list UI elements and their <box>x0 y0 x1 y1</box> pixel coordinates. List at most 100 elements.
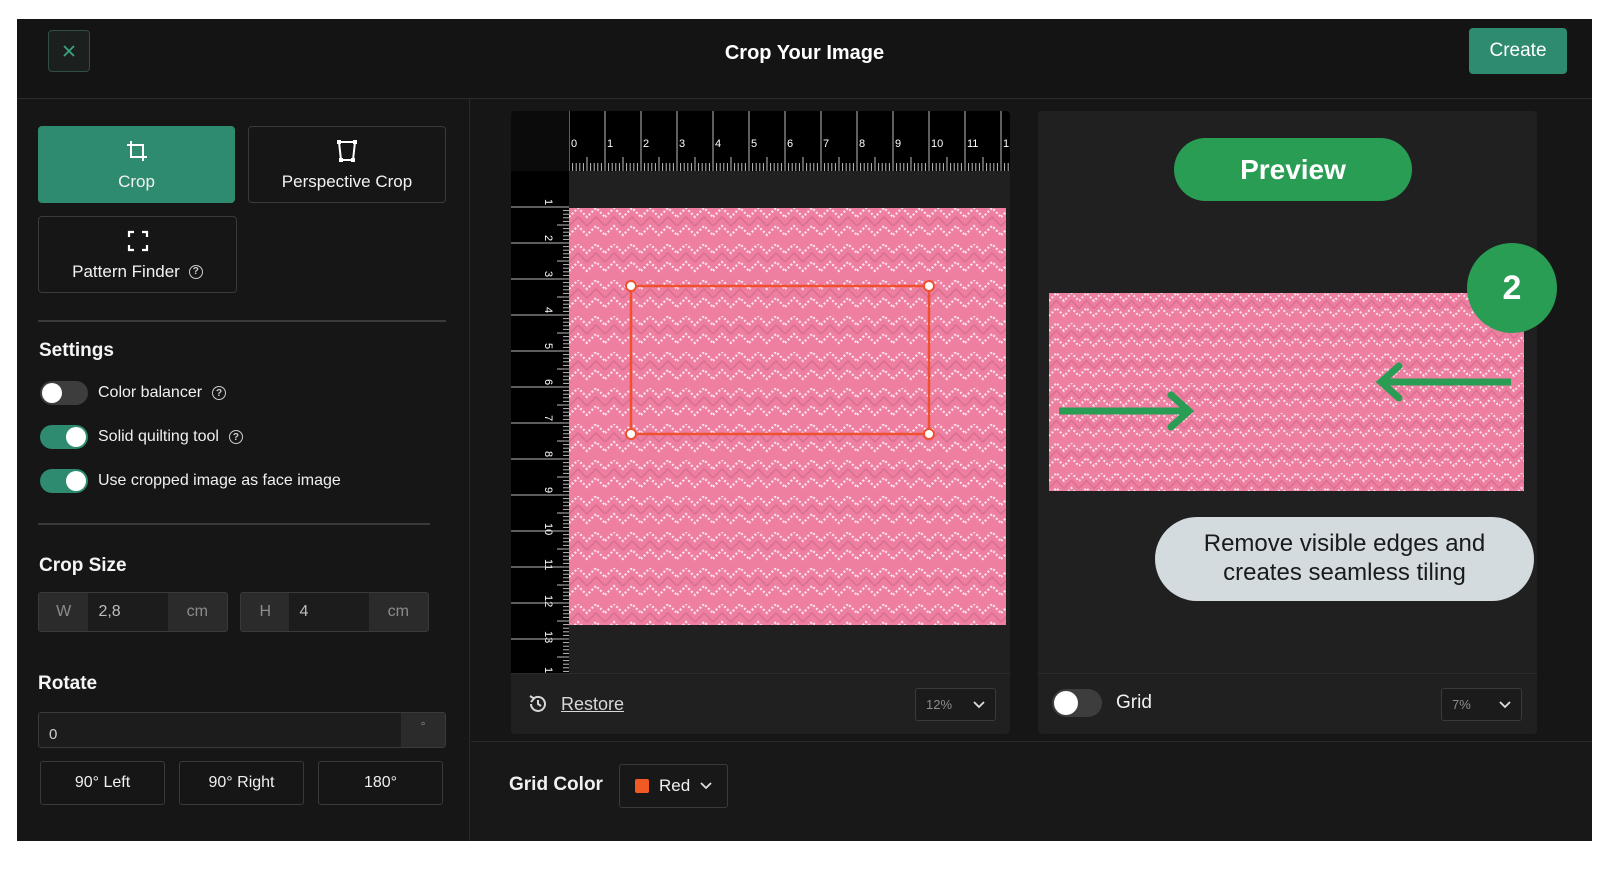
color-balancer-toggle[interactable] <box>40 381 88 405</box>
height-field: H 4 cm <box>240 592 429 632</box>
ruler-top-label: 3 <box>679 138 685 150</box>
ruler-top-label: 4 <box>715 138 721 150</box>
crop-tool-button[interactable]: Crop <box>38 126 235 203</box>
ruler-top-label: 0 <box>571 138 577 150</box>
dialog-title: Crop Your Image <box>724 42 885 64</box>
help-icon[interactable]: ? <box>228 430 243 444</box>
pattern-finder-label: Pattern Finder <box>72 261 180 281</box>
rotate-input[interactable]: 0 <box>39 713 401 747</box>
width-unit: cm <box>167 593 227 631</box>
width-prefix: W <box>39 593 89 631</box>
ruler-left-label: 9 <box>542 487 554 493</box>
settings-title: Settings <box>39 340 114 361</box>
crop-tool-label: Crop <box>118 171 155 191</box>
crop-canvas-panel: 012345678910111 1234567891011121314 R <box>511 111 1010 734</box>
grid-color-label: Grid Color <box>509 774 603 795</box>
grid-toggle-row: Grid <box>1052 689 1152 717</box>
create-button[interactable]: Create <box>1469 28 1567 74</box>
ruler-left-label: 6 <box>542 379 554 385</box>
ruler-corner <box>511 111 569 171</box>
grid-label: Grid <box>1116 692 1152 713</box>
perspective-crop-button[interactable]: Perspective Crop <box>248 126 446 203</box>
ruler-top-label: 11 <box>967 138 978 150</box>
ruler-left-label: 5 <box>542 343 554 349</box>
restore-label: Restore <box>561 693 625 714</box>
grid-toggle[interactable] <box>1052 689 1102 717</box>
restore-button[interactable]: Restore <box>527 693 624 715</box>
dialog-header: Crop Your Image Create <box>17 19 1592 99</box>
preview-panel: Preview Grid 7% <box>1038 111 1537 734</box>
ruler-left-label: 3 <box>542 271 554 277</box>
ruler-left-label: 13 <box>542 631 554 643</box>
perspective-crop-label: Perspective Crop <box>281 171 413 191</box>
ruler-left-label: 2 <box>542 235 554 241</box>
ruler-top-label: 8 <box>859 138 865 150</box>
ruler-top-label: 1 <box>607 138 613 150</box>
ruler-top-label: 7 <box>823 138 829 150</box>
ruler-left-label: 11 <box>542 559 554 570</box>
preview-zoom-select[interactable]: 7% <box>1441 688 1522 721</box>
pattern-finder-icon <box>127 230 148 251</box>
ruler-left-label: 12 <box>542 595 554 607</box>
height-prefix: H <box>241 593 290 631</box>
tiling-callout: Remove visible edges and creates seamles… <box>1155 517 1534 601</box>
crop-icon <box>126 140 147 161</box>
crop-size-title: Crop Size <box>39 555 127 576</box>
ruler-left-label: 1 <box>542 199 554 205</box>
ruler-left: 1234567891011121314 <box>511 171 569 673</box>
rotate-field: 0 ° <box>38 712 446 748</box>
crop-handle[interactable] <box>923 280 935 292</box>
width-field: W 2,8 cm <box>38 592 228 632</box>
divider <box>38 320 446 322</box>
ruler-top: 0 1 2 3 4 5 6 7 8 9 10 11 1 <box>569 111 1010 171</box>
ruler-top-label: 1 <box>1003 138 1009 150</box>
preview-footer: Grid 7% <box>1038 673 1537 734</box>
rotate-title: Rotate <box>38 673 98 694</box>
pattern-finder-button[interactable]: Pattern Finder ? <box>38 216 237 293</box>
face-image-toggle[interactable] <box>40 469 88 493</box>
restore-icon <box>529 695 546 712</box>
ruler-left-label: 10 <box>542 523 554 535</box>
help-icon[interactable]: ? <box>188 264 203 279</box>
chevron-down-icon <box>973 700 985 708</box>
fabric-image[interactable] <box>569 208 1006 625</box>
crop-dialog: Crop Your Image Create Crop Perspective … <box>17 19 1592 841</box>
ruler-top-label: 2 <box>643 138 649 150</box>
preview-badge: Preview <box>1174 138 1412 201</box>
crop-handle[interactable] <box>625 280 637 292</box>
rotate-right-button[interactable]: 90° Right <box>179 761 304 805</box>
crop-handle[interactable] <box>923 428 935 440</box>
canvas-zoom-value: 12% <box>926 697 953 712</box>
ruler-top-label: 5 <box>751 138 757 150</box>
rotate-unit: ° <box>401 713 445 747</box>
canvas-footer: Restore 12% <box>511 673 1010 734</box>
grid-color-bar: Grid Color Red <box>471 741 1592 841</box>
color-balancer-row: Color balancer ? <box>40 381 227 405</box>
width-input[interactable]: 2,8 <box>88 593 168 631</box>
help-icon[interactable]: ? <box>212 386 227 400</box>
height-unit: cm <box>368 593 428 631</box>
ruler-left-label: 7 <box>542 415 554 421</box>
height-input[interactable]: 4 <box>289 593 369 631</box>
solid-quilting-toggle[interactable] <box>40 425 88 449</box>
face-image-row: Use cropped image as face image <box>40 469 341 493</box>
grid-color-value: Red <box>659 776 691 795</box>
grid-color-select[interactable]: Red <box>619 764 728 808</box>
divider <box>38 523 430 525</box>
crop-handle[interactable] <box>625 428 637 440</box>
step-number-badge: 2 <box>1467 243 1557 333</box>
ruler-top-label: 9 <box>895 138 901 150</box>
chevron-down-icon <box>700 782 712 790</box>
color-swatch <box>635 779 649 793</box>
perspective-crop-icon <box>337 139 357 162</box>
preview-image <box>1049 293 1524 491</box>
face-image-label: Use cropped image as face image <box>98 472 341 489</box>
canvas-zoom-select[interactable]: 12% <box>915 688 996 721</box>
rotate-left-button[interactable]: 90° Left <box>40 761 165 805</box>
chevron-down-icon <box>1499 700 1511 708</box>
ruler-top-label: 10 <box>931 138 943 150</box>
settings-panel: Crop Perspective Crop Pattern Finder ? S… <box>17 99 470 841</box>
rotate-180-button[interactable]: 180° <box>318 761 443 805</box>
solid-quilting-row: Solid quilting tool ? <box>40 425 243 449</box>
ruler-left-label: 4 <box>542 307 554 313</box>
